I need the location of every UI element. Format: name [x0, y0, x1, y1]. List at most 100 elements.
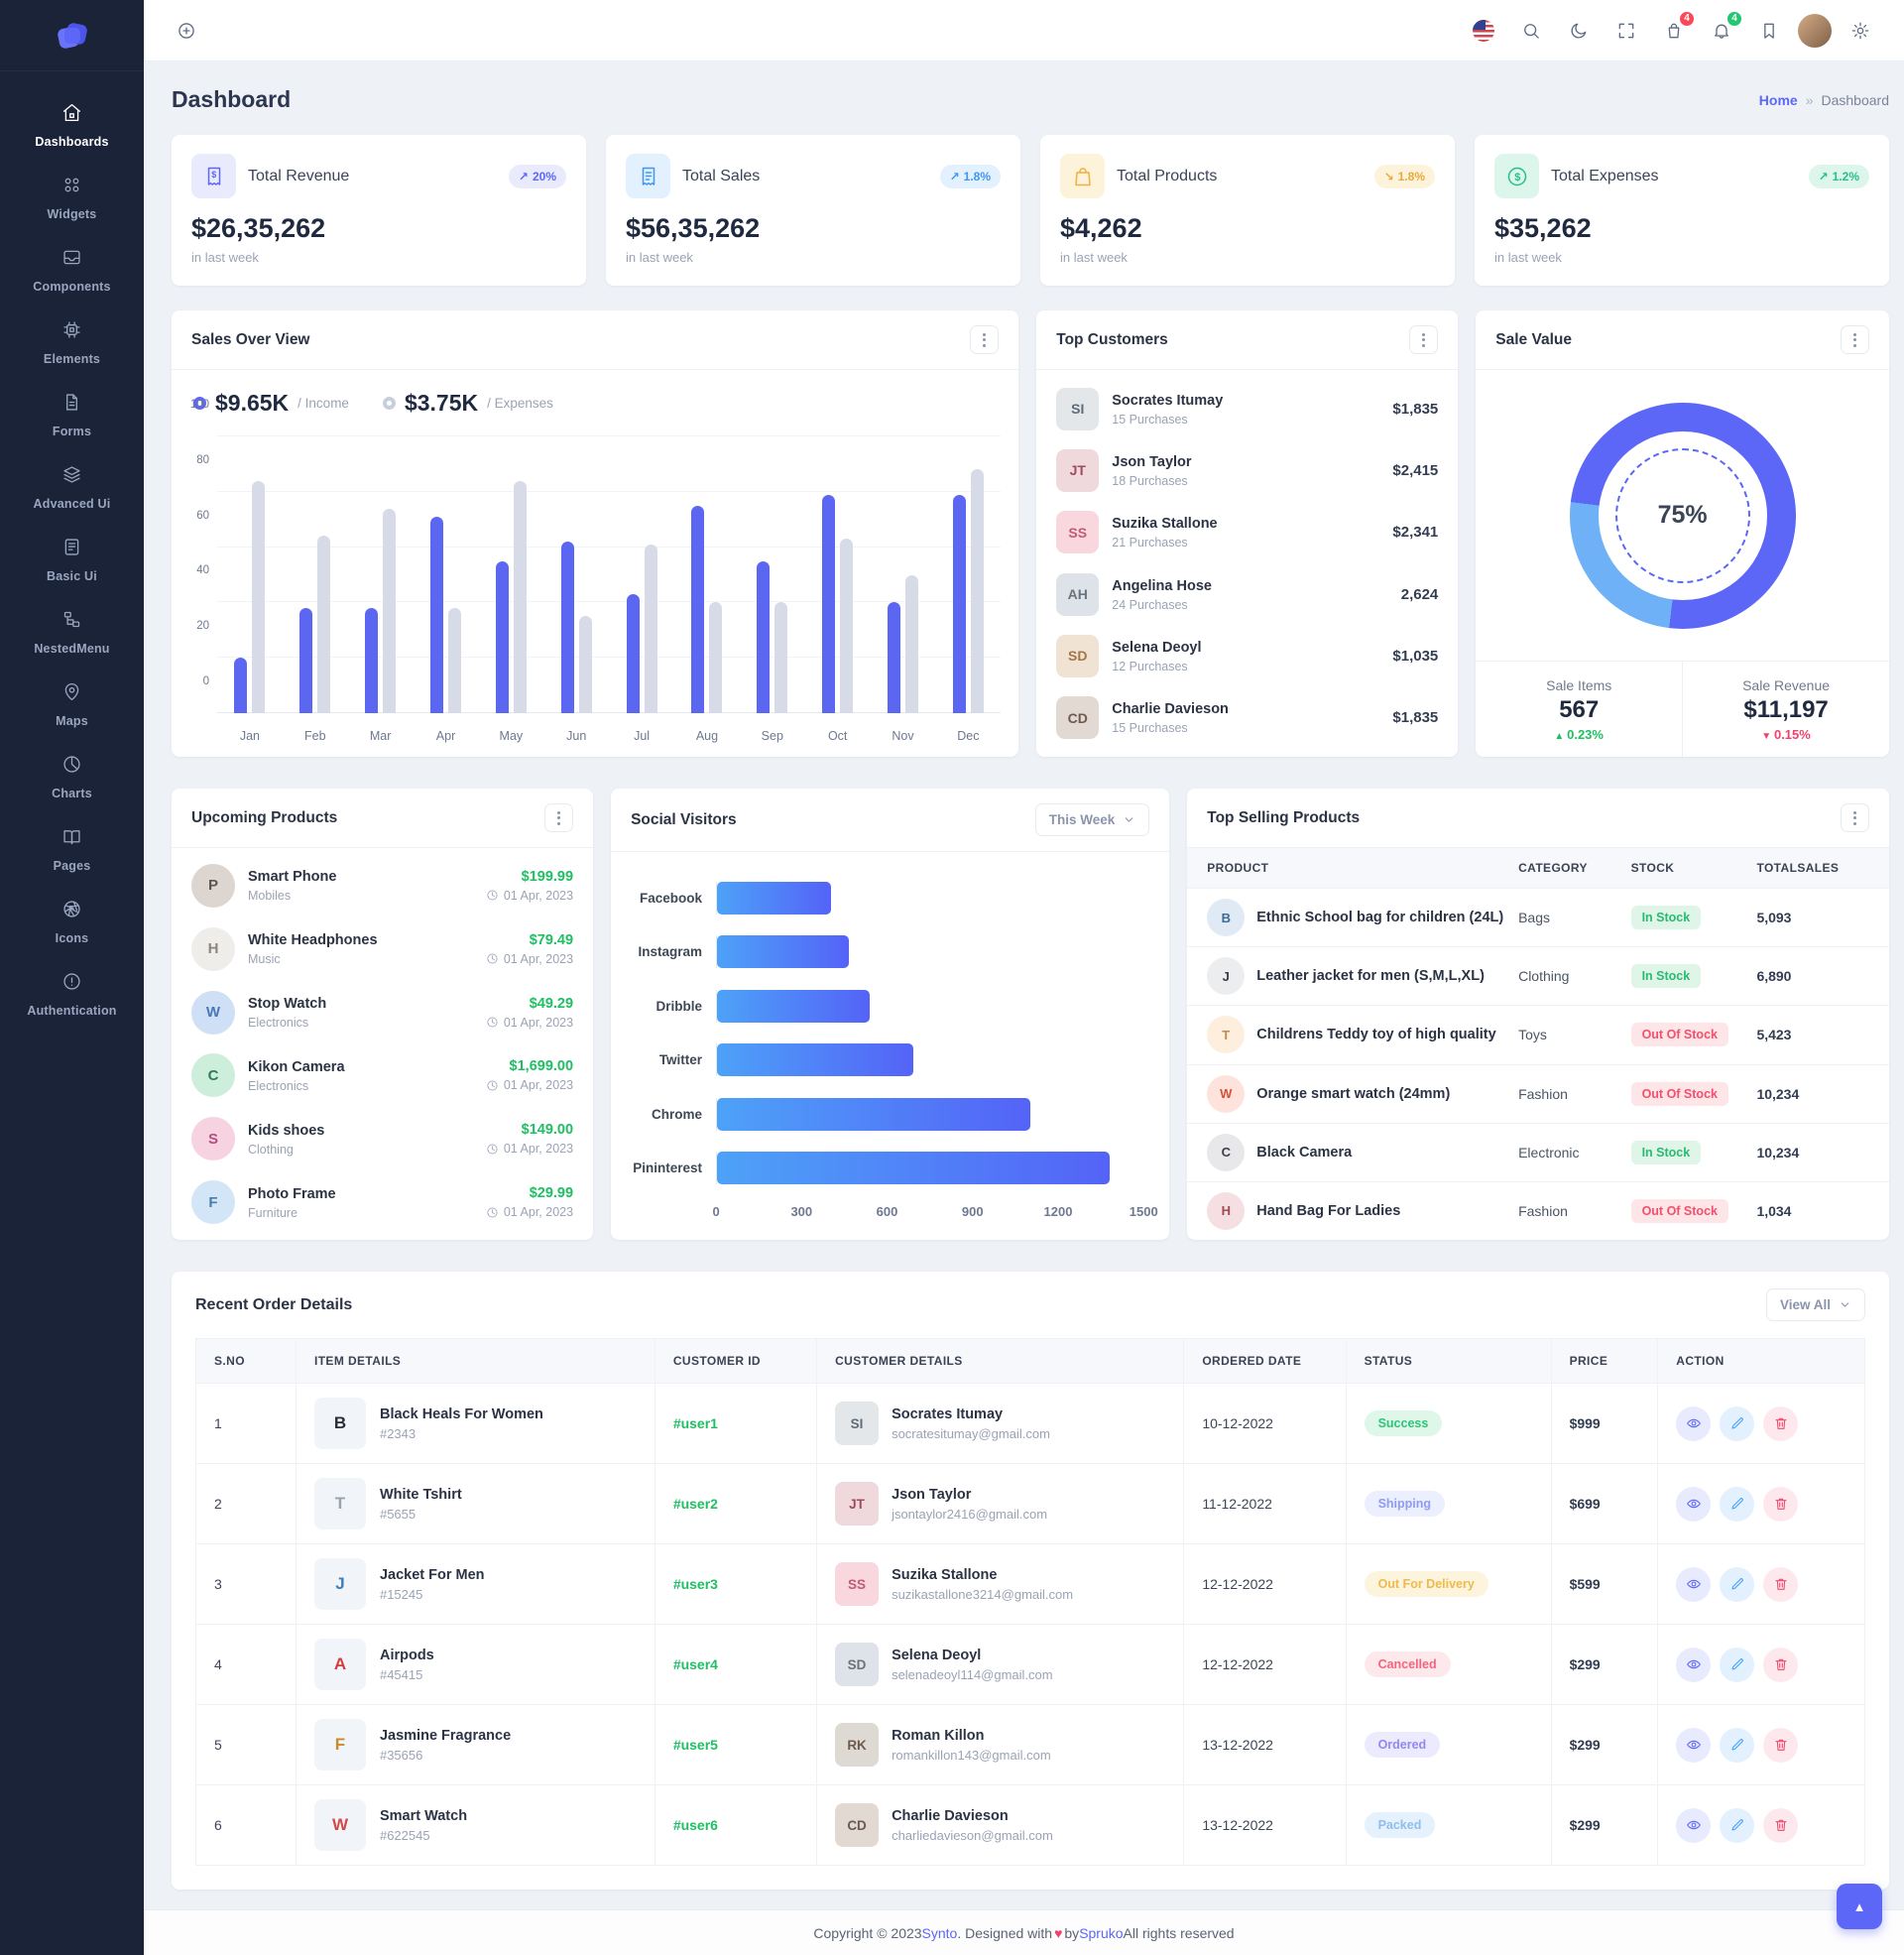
product-thumb: W [1207, 1074, 1246, 1113]
card-title: Sale Value [1495, 330, 1572, 348]
edit-button[interactable] [1720, 1807, 1755, 1843]
status-badge: Out For Delivery [1364, 1571, 1488, 1597]
top-customers-card: Top Customers SI Socrates Itumay 15 Purch… [1036, 310, 1459, 757]
table-row: J Leather jacket for men (S,M,L,XL) Cloth… [1187, 946, 1889, 1005]
income-label: / Income [298, 396, 349, 411]
pencil-icon [1731, 1658, 1743, 1670]
card-title: Sales Over View [191, 330, 310, 348]
breadcrumb-home[interactable]: Home [1759, 92, 1798, 108]
edit-button[interactable] [1720, 1486, 1755, 1522]
bookmark-button[interactable] [1750, 12, 1788, 50]
view-button[interactable] [1676, 1807, 1712, 1843]
customer-avatar: SD [835, 1643, 880, 1686]
card-title: Top Customers [1056, 330, 1168, 348]
sidebar-item-elements[interactable]: Elements [0, 306, 144, 379]
sidebar-item-maps[interactable]: Maps [0, 669, 144, 741]
sidebar-item-dashboards[interactable]: Dashboards [0, 89, 144, 162]
product-thumb: J [1207, 957, 1246, 996]
customer-avatar: CD [1056, 696, 1100, 740]
product-row: W Stop Watch Electronics $49.29 01 Apr, 20… [172, 981, 593, 1044]
stock-badge: Out Of Stock [1630, 1023, 1728, 1047]
sidebar-toggle-button[interactable] [168, 12, 205, 50]
card-title: Upcoming Products [191, 808, 338, 826]
page-titlebar: Dashboard Home » Dashboard [172, 86, 1889, 113]
search-button[interactable] [1512, 12, 1550, 50]
eye-icon [1686, 1579, 1701, 1589]
order-row: 6 W Smart Watch #622545 #user6 CD Charlie D… [195, 1784, 1865, 1866]
layers-icon [61, 464, 82, 490]
sidebar-item-widgets[interactable]: Widgets [0, 162, 144, 234]
synto-link[interactable]: Synto [922, 1925, 958, 1941]
delete-button[interactable] [1763, 1727, 1799, 1763]
product-thumb: H [1207, 1191, 1246, 1230]
sidebar-item-pages[interactable]: Pages [0, 813, 144, 886]
fullscreen-button[interactable] [1607, 12, 1645, 50]
stat-card-total-products: Total Products 1.8% $4,262 in last week [1040, 135, 1455, 286]
sidebar-item-advanced-ui[interactable]: Advanced Ui [0, 451, 144, 524]
customer-row: AH Angelina Hose 24 Purchases 2,624 [1036, 563, 1458, 625]
week-filter-dropdown[interactable]: This Week [1034, 803, 1150, 836]
edit-button[interactable] [1720, 1566, 1755, 1602]
delete-button[interactable] [1763, 1566, 1799, 1602]
view-button[interactable] [1676, 1727, 1712, 1763]
kebab-menu-button[interactable] [1409, 325, 1439, 354]
app-logo[interactable] [0, 0, 144, 71]
expenses-value: $3.75K [404, 390, 479, 416]
eye-icon [1686, 1820, 1701, 1830]
inbox-icon [61, 247, 82, 273]
dark-mode-button[interactable] [1560, 12, 1598, 50]
edit-button[interactable] [1720, 1727, 1755, 1763]
language-button[interactable] [1465, 12, 1502, 50]
kebab-menu-button[interactable] [970, 325, 1000, 354]
order-row: 4 A Airpods #45415 #user4 SD Selena Deoyl se… [195, 1624, 1865, 1705]
spruko-link[interactable]: Spruko [1079, 1925, 1123, 1941]
view-button[interactable] [1676, 1647, 1712, 1682]
delete-button[interactable] [1763, 1405, 1799, 1441]
chevron-down-icon [1841, 1302, 1849, 1307]
sidebar-item-components[interactable]: Components [0, 234, 144, 306]
sidebar-item-authentication[interactable]: Authentication [0, 958, 144, 1031]
product-thumb: C [191, 1053, 235, 1098]
pencil-icon [1731, 1819, 1743, 1831]
sidebar-item-basic-ui[interactable]: Basic Ui [0, 524, 144, 596]
home-icon [61, 102, 82, 128]
stat-value: $4,262 [1060, 213, 1142, 243]
kebab-menu-button[interactable] [544, 803, 574, 832]
stat-label: Total Expenses [1551, 167, 1659, 184]
stat-card-total-expenses: $ Total Expenses 1.2% $35,262 in last we… [1475, 135, 1889, 286]
heart-icon: ♥ [1054, 1924, 1063, 1941]
view-button[interactable] [1676, 1566, 1712, 1602]
notifications-button[interactable]: 4 [1703, 10, 1742, 50]
delete-button[interactable] [1763, 1486, 1799, 1522]
delete-button[interactable] [1763, 1647, 1799, 1682]
customer-row: SI Socrates Itumay 15 Purchases $1,835 [1036, 378, 1458, 439]
status-badge: Cancelled [1364, 1651, 1451, 1677]
product-thumb: S [191, 1117, 235, 1161]
table-row: C Black Camera Electronic In Stock 10,234 [1187, 1122, 1889, 1181]
view-all-dropdown[interactable]: View All [1765, 1288, 1865, 1321]
kebab-menu-button[interactable] [1840, 803, 1869, 832]
sidebar-item-charts[interactable]: Charts [0, 741, 144, 813]
settings-button[interactable] [1842, 12, 1879, 50]
alert-circle-icon [61, 971, 82, 997]
sidebar-item-icons[interactable]: Icons [0, 886, 144, 958]
view-button[interactable] [1676, 1405, 1712, 1441]
kebab-menu-button[interactable] [1841, 325, 1869, 354]
sidebar-item-forms[interactable]: Forms [0, 379, 144, 451]
user-avatar[interactable] [1798, 13, 1832, 48]
sales-receipt-icon [626, 154, 670, 198]
delete-button[interactable] [1763, 1807, 1799, 1843]
main-area: 4 4 Dashboard Home » Dashboard $ Total R… [144, 0, 1904, 1955]
sidebar: Dashboards Widgets Components Elements F… [0, 0, 144, 1955]
view-button[interactable] [1676, 1486, 1712, 1522]
item-thumb: J [313, 1558, 366, 1610]
sidebar-item-nestedmenu[interactable]: NestedMenu [0, 596, 144, 669]
customer-avatar: JT [1056, 448, 1100, 492]
top-selling-table: PRODUCT CATEGORY STOCK TOTALSALES B Ethni… [1187, 848, 1889, 1240]
scroll-to-top-button[interactable]: ▲ [1837, 1884, 1882, 1929]
edit-button[interactable] [1720, 1647, 1755, 1682]
customer-row: CD Charlie Davieson 15 Purchases $1,835 [1036, 687, 1458, 749]
edit-button[interactable] [1720, 1405, 1755, 1441]
stat-card-total-revenue: $ Total Revenue 20% $26,35,262 in last w… [172, 135, 586, 286]
cart-button[interactable]: 4 [1655, 10, 1695, 50]
